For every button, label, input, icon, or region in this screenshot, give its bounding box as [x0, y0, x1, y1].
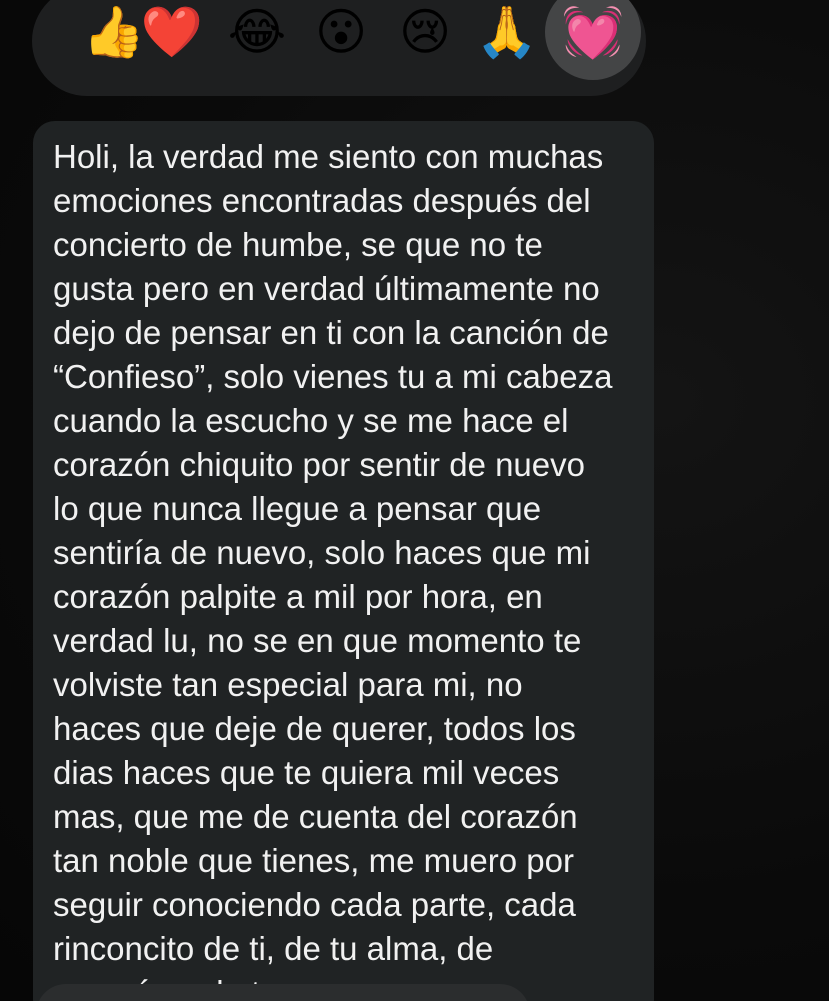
message-line: seguir conociendo cada parte, cada [53, 886, 576, 923]
message-line: concierto de humbe, se que no te [53, 226, 543, 263]
message-line: verdad lu, no se en que momento te [53, 622, 582, 659]
message-line: corazón chiquito por sentir de nuevo [53, 446, 585, 483]
message-line: sentiría de nuevo, solo haces que mi [53, 534, 591, 571]
message-line: haces que deje de querer, todos los [53, 710, 576, 747]
message-line: dias haces que te quiera mil veces [53, 754, 560, 791]
message-line: “Confieso”, solo vienes tu a mi cabeza [53, 358, 613, 395]
message-text: Holi, la verdad me siento con muchas emo… [53, 135, 643, 1001]
reaction-folded-hands[interactable]: 🙏 [465, 0, 549, 74]
reaction-red-heart[interactable]: ❤️ [130, 0, 214, 74]
message-line: mas, que me de cuenta del corazón [53, 798, 578, 835]
reaction-crying[interactable]: 😢 [383, 0, 467, 74]
message-line: corazón palpite a mil por hora, en [53, 578, 543, 615]
reaction-tears-of-joy[interactable]: 😂 [215, 0, 299, 74]
message-line: dejo de pensar en ti con la canción de [53, 314, 609, 351]
message-line: cuando la escucho y se me hace el [53, 402, 569, 439]
message-line: lo que nunca llegue a pensar que [53, 490, 542, 527]
next-message-bubble[interactable] [36, 984, 530, 1001]
reaction-pink-heart[interactable]: 💓 [545, 0, 641, 80]
message-line: rinconcito de ti, de tu alma, de [53, 930, 494, 967]
reaction-bar: 👍 ❤️ 😂 😮 😢 🙏 💓 [32, 0, 646, 96]
message-bubble[interactable]: Holi, la verdad me siento con muchas emo… [33, 121, 654, 1001]
message-line: Holi, la verdad me siento con muchas [53, 138, 604, 175]
message-line: emociones encontradas después del [53, 182, 591, 219]
message-line: gusta pero en verdad últimamente no [53, 270, 600, 307]
message-line: volviste tan especial para mi, no [53, 666, 523, 703]
message-line: tan noble que tienes, me muero por [53, 842, 574, 879]
reaction-surprised[interactable]: 😮 [299, 0, 383, 74]
chat-screen: 👍 ❤️ 😂 😮 😢 🙏 💓 Holi, la verdad me siento… [0, 0, 829, 1001]
